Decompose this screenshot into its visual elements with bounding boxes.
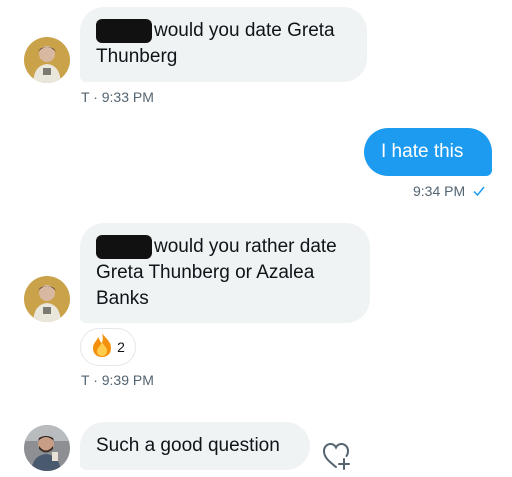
message-bubble[interactable]: would you rather date Greta Thunberg or … <box>80 223 370 323</box>
message-text-line3: Banks <box>96 288 149 309</box>
avatar[interactable] <box>24 276 70 322</box>
message-text-line2: Greta Thunberg or Azalea <box>96 262 315 283</box>
message-text: would you rather date <box>154 236 337 257</box>
message-bubble[interactable]: Such a good question <box>80 422 310 470</box>
avatar[interactable] <box>24 37 70 83</box>
redacted-name <box>96 234 152 259</box>
message-timestamp-row: 9:34 PM <box>413 183 485 199</box>
reaction-count: 2 <box>117 339 125 355</box>
message-timestamp: 9:34 PM <box>413 183 466 199</box>
message-bubble[interactable]: I hate this <box>364 128 492 176</box>
message-timestamp: T · 9:39 PM <box>81 372 154 388</box>
message-text: would you date Greta <box>154 20 335 41</box>
reaction-pill[interactable]: 2 <box>80 328 136 366</box>
fire-emoji-icon <box>91 332 113 363</box>
message-text-line2: Thunberg <box>96 46 178 67</box>
message-text: Such a good question <box>96 435 280 456</box>
redacted-name <box>96 18 152 43</box>
avatar[interactable] <box>24 425 70 471</box>
message-text: I hate this <box>381 141 464 162</box>
message-bubble[interactable]: would you date Greta Thunberg <box>80 7 367 82</box>
message-timestamp: T · 9:33 PM <box>81 89 154 105</box>
add-reaction-heart-icon[interactable] <box>320 440 352 472</box>
read-check-icon <box>469 183 485 199</box>
